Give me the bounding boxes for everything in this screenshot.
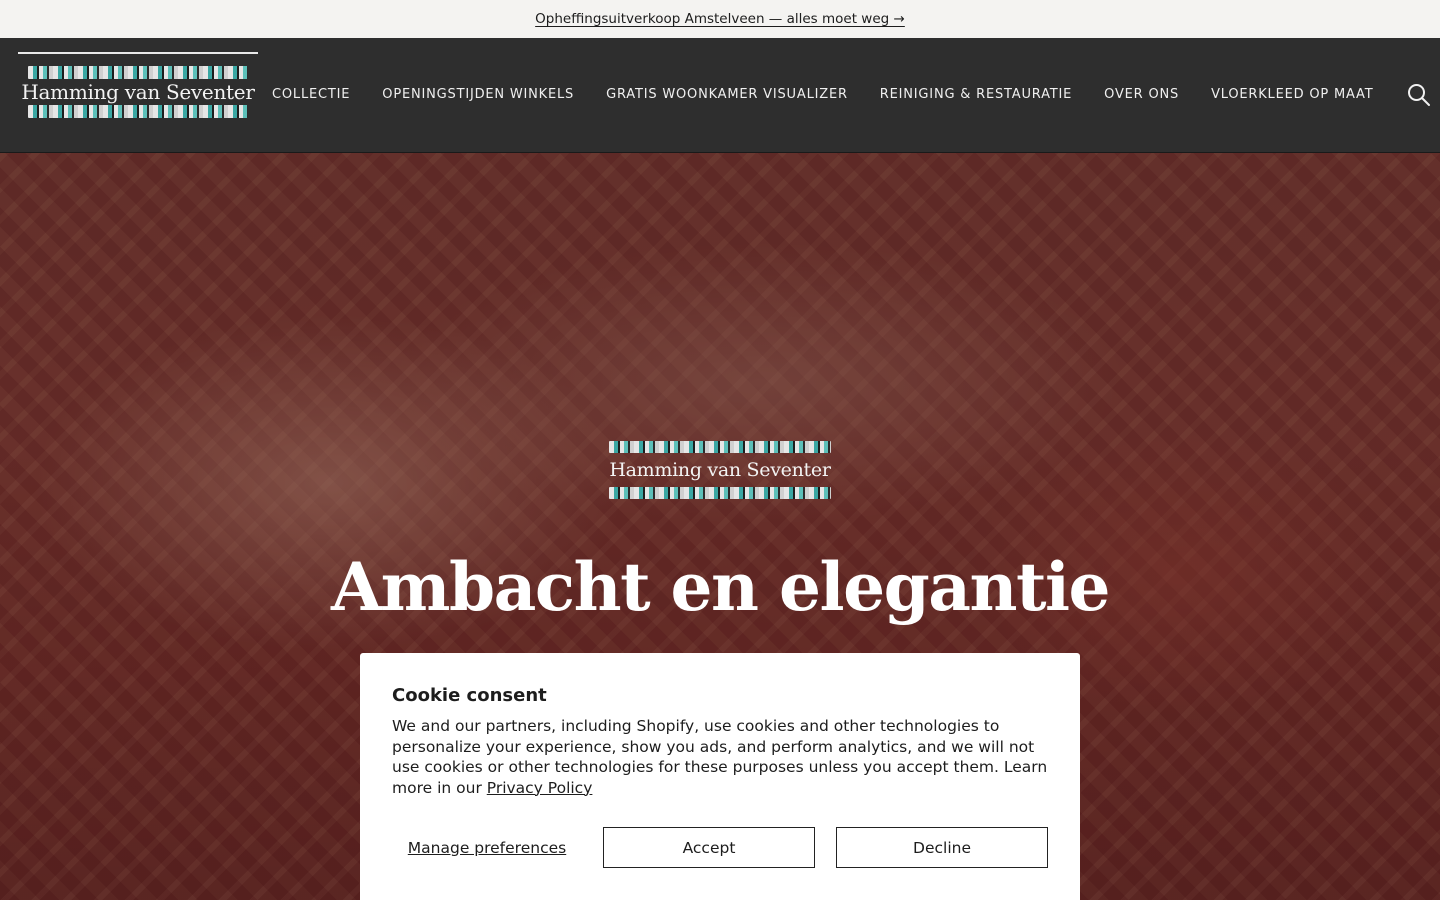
cookie-actions: Manage preferences Accept Decline bbox=[392, 827, 1048, 868]
logo-pattern-top bbox=[28, 65, 248, 79]
announcement-link[interactable]: Opheffingsuitverkoop Amstelveen — alles … bbox=[535, 11, 905, 27]
hero-title: Ambacht en elegantie bbox=[330, 548, 1111, 626]
hero-logo: Hamming van Seventer bbox=[608, 441, 832, 499]
nav-item-collectie[interactable]: COLLECTIE bbox=[272, 87, 350, 102]
logo-pattern-bottom bbox=[28, 104, 248, 118]
search-icon bbox=[1408, 84, 1430, 106]
nav-item-openingstijden[interactable]: OPENINGSTIJDEN WINKELS bbox=[382, 87, 574, 102]
nav-item-over-ons[interactable]: OVER ONS bbox=[1104, 87, 1179, 102]
logo-text: Hamming van Seventer bbox=[21, 79, 255, 104]
cookie-body: We and our partners, including Shopify, … bbox=[392, 716, 1048, 798]
nav-item-reiniging[interactable]: REINIGING & RESTAURATIE bbox=[880, 87, 1072, 102]
cookie-title: Cookie consent bbox=[392, 685, 547, 706]
decline-button[interactable]: Decline bbox=[836, 827, 1048, 868]
main-nav: COLLECTIE OPENINGSTIJDEN WINKELS GRATIS … bbox=[272, 38, 1405, 150]
nav-item-vloerkleed[interactable]: VLOERKLEED OP MAAT bbox=[1211, 87, 1373, 102]
accept-button[interactable]: Accept bbox=[603, 827, 815, 868]
search-button[interactable] bbox=[1406, 82, 1432, 108]
hero-logo-text: Hamming van Seventer bbox=[609, 459, 831, 481]
privacy-policy-link[interactable]: Privacy Policy bbox=[487, 779, 593, 797]
site-header: Hamming van Seventer COLLECTIE OPENINGST… bbox=[0, 38, 1440, 153]
hero-logo-pattern-top bbox=[609, 441, 831, 453]
nav-item-visualizer[interactable]: GRATIS WOONKAMER VISUALIZER bbox=[606, 87, 848, 102]
site-logo[interactable]: Hamming van Seventer bbox=[18, 52, 258, 127]
announcement-bar: Opheffingsuitverkoop Amstelveen — alles … bbox=[0, 0, 1440, 38]
manage-preferences-link[interactable]: Manage preferences bbox=[392, 839, 582, 857]
hero-logo-pattern-bottom bbox=[609, 487, 831, 499]
cookie-consent-dialog: Cookie consent We and our partners, incl… bbox=[360, 653, 1080, 900]
